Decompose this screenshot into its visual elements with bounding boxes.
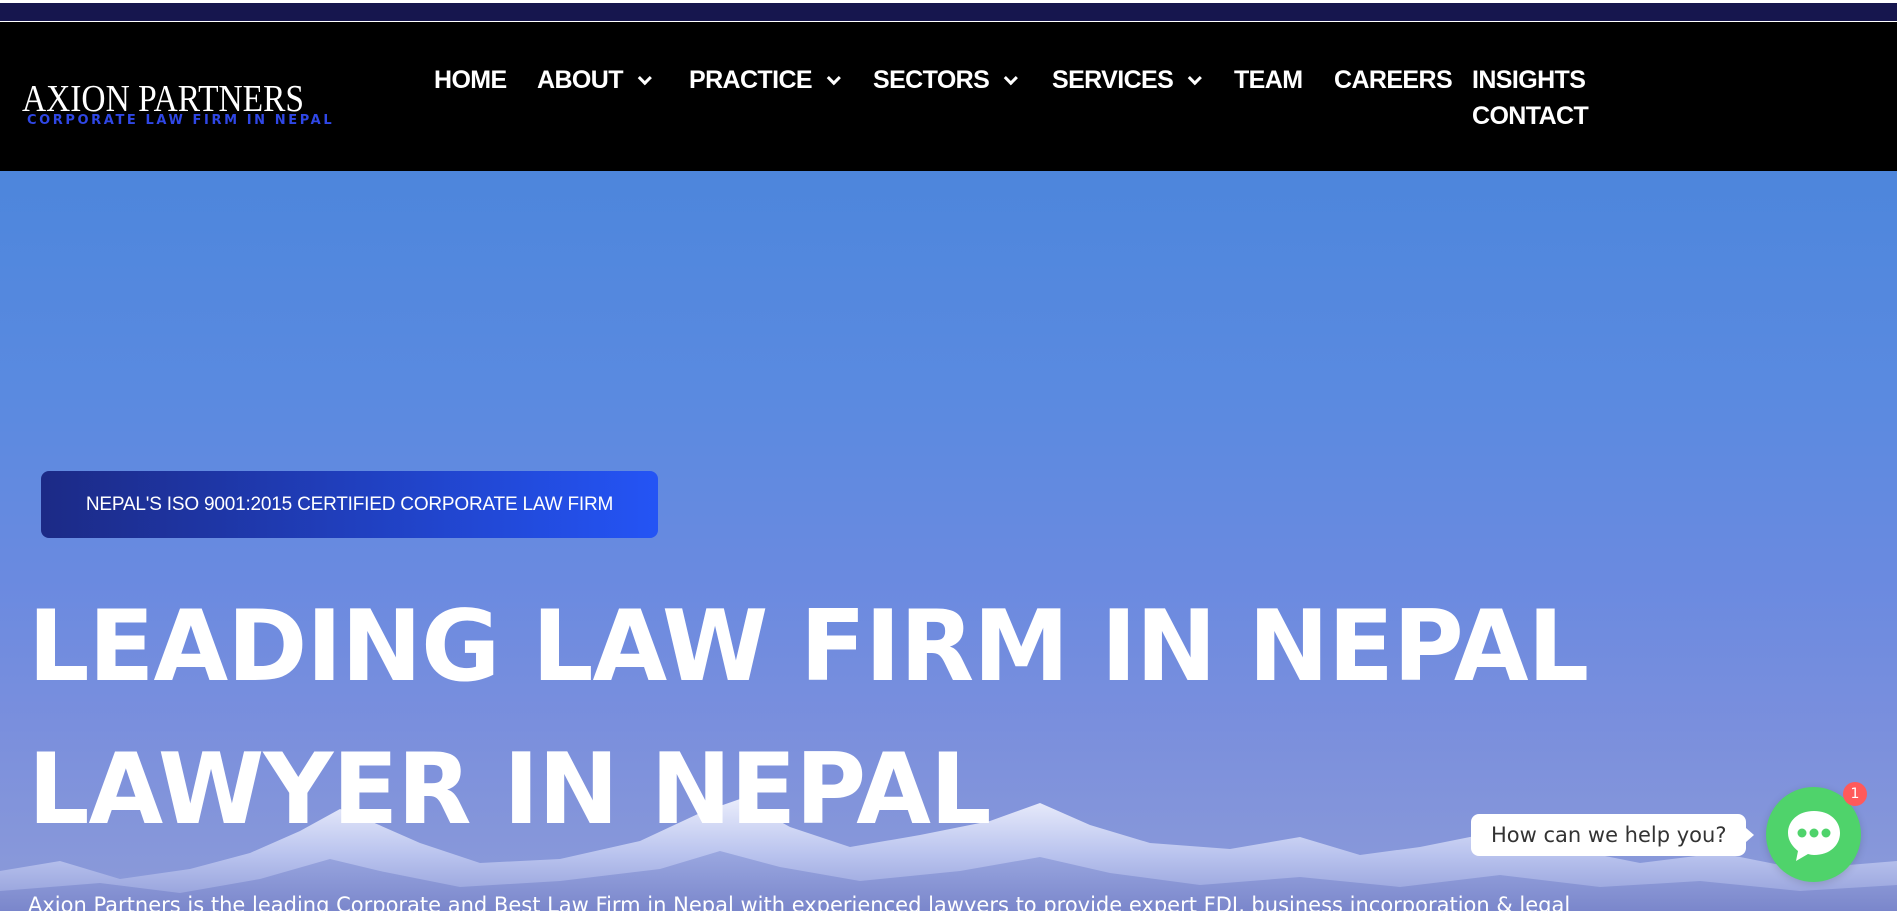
chevron-down-icon: [1003, 70, 1019, 85]
nav-item-team[interactable]: TEAM: [1234, 66, 1303, 95]
chat-bubble-dots-icon: [1787, 810, 1840, 861]
nav-item-sectors[interactable]: SECTORS: [873, 66, 1019, 95]
nav-item-services[interactable]: SERVICES: [1052, 66, 1203, 95]
nav-item-home[interactable]: HOME: [434, 66, 507, 95]
nav-item-careers[interactable]: CAREERS: [1334, 66, 1453, 95]
nav-item-label: HOME: [434, 66, 507, 94]
nav-item-practice[interactable]: PRACTICE: [689, 66, 841, 95]
hero-paragraph: Axion Partners is the leading Corporate …: [28, 893, 1571, 911]
nav-item-label: INSIGHTS: [1472, 66, 1586, 94]
site-header: AXION PARTNERS CORPORATE LAW FIRM IN NEP…: [0, 22, 1897, 171]
chat-prompt-text: How can we help you?: [1491, 823, 1727, 847]
chevron-down-icon: [1187, 70, 1203, 85]
nav-item-contact[interactable]: CONTACT: [1472, 102, 1589, 131]
hero-headline-line2: LAWYER IN NEPAL: [28, 733, 991, 847]
logo-tagline: CORPORATE LAW FIRM IN NEPAL: [27, 113, 335, 128]
hero-section: NEPAL'S ISO 9001:2015 CERTIFIED CORPORAT…: [0, 171, 1897, 911]
hero-headline-line1: LEADING LAW FIRM IN NEPAL: [28, 590, 1589, 704]
chevron-down-icon: [826, 70, 841, 85]
top-bar: [0, 0, 1897, 22]
chat-prompt-bubble[interactable]: How can we help you?: [1471, 814, 1755, 856]
nav-item-label: SECTORS: [873, 66, 990, 94]
nav-item-label: ABOUT: [537, 66, 623, 94]
badge-text: NEPAL'S ISO 9001:2015 CERTIFIED CORPORAT…: [85, 493, 614, 515]
nav-item-label: CAREERS: [1334, 66, 1453, 94]
site-logo[interactable]: AXION PARTNERS CORPORATE LAW FIRM IN NEP…: [22, 77, 332, 147]
chevron-down-icon: [637, 70, 652, 85]
nav-item-label: TEAM: [1234, 66, 1303, 94]
nav-item-label: CONTACT: [1472, 102, 1589, 130]
chat-unread-badge: 1: [1843, 782, 1867, 806]
nav-item-about[interactable]: ABOUT: [537, 66, 652, 95]
nav-item-label: PRACTICE: [689, 66, 813, 94]
iso-certification-badge: NEPAL'S ISO 9001:2015 CERTIFIED CORPORAT…: [41, 471, 658, 538]
nav-item-label: SERVICES: [1052, 66, 1174, 94]
top-bar-strip: [0, 3, 1897, 21]
nav-item-insights[interactable]: INSIGHTS: [1472, 66, 1586, 95]
